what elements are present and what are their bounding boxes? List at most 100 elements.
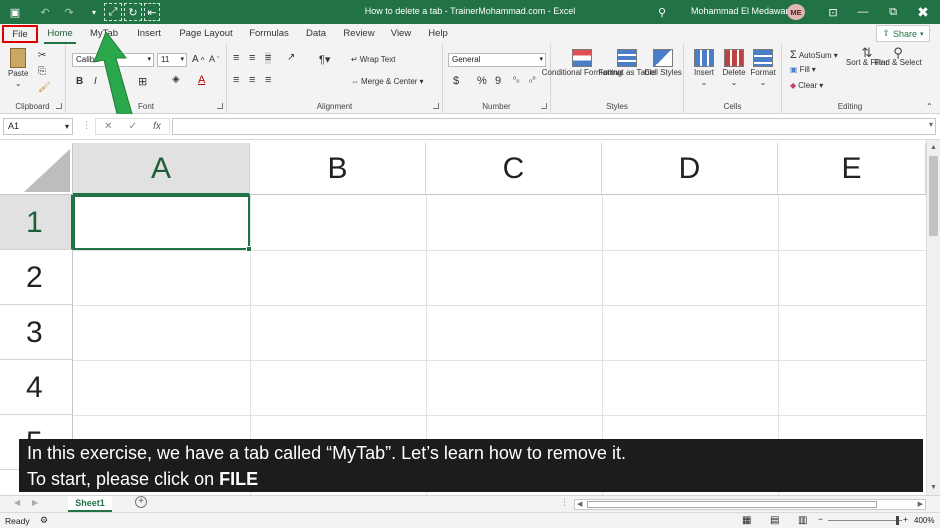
prev-sheet-icon[interactable]: ◀ xyxy=(14,498,20,507)
find-select-button[interactable]: ⚲ Find & Select xyxy=(874,46,922,67)
number-format-combo[interactable]: General ▾ xyxy=(448,53,546,67)
sheet-tab-sheet1[interactable]: Sheet1 xyxy=(68,496,112,512)
cut-icon[interactable]: ✂ xyxy=(38,50,46,61)
zoom-slider[interactable] xyxy=(828,520,902,521)
row-header-4[interactable]: 4 xyxy=(0,360,73,415)
dialog-launcher-icon[interactable] xyxy=(217,103,223,109)
column-header-c[interactable]: C xyxy=(426,143,602,195)
delete-cells-button[interactable]: Delete ⌄ xyxy=(720,49,748,87)
page-break-view-icon[interactable]: ▥ xyxy=(798,515,807,526)
align-center-icon[interactable]: ≡ xyxy=(249,74,255,86)
column-header-a[interactable]: A xyxy=(73,143,250,195)
zoom-in-icon[interactable]: + xyxy=(903,514,908,524)
decrease-decimal-icon[interactable]: ₀⁰ xyxy=(529,75,536,84)
next-sheet-icon[interactable]: ▶ xyxy=(32,498,38,507)
page-layout-view-icon[interactable]: ▤ xyxy=(770,515,779,526)
orientation-icon[interactable]: ↗ xyxy=(287,52,295,63)
currency-button[interactable]: $ xyxy=(453,75,459,87)
save-icon[interactable]: ▣ xyxy=(8,3,22,21)
tab-data[interactable]: Data xyxy=(302,24,330,44)
format-as-table-button[interactable]: Format as Table xyxy=(598,49,656,77)
more-options-icon[interactable]: ⋮ xyxy=(82,120,91,131)
close-button[interactable]: ✖ xyxy=(908,0,938,24)
active-cell-a1[interactable] xyxy=(73,195,252,252)
align-top-icon[interactable]: ≡ xyxy=(233,52,239,64)
paragraph-direction-icon[interactable]: ¶▾ xyxy=(319,53,330,66)
copy-icon[interactable]: ⎘ xyxy=(38,66,46,77)
align-right-icon[interactable]: ≡ xyxy=(265,74,271,86)
merge-center-button[interactable]: ⇔ Merge & Center ▾ xyxy=(351,77,423,86)
search-icon[interactable]: ⚲ xyxy=(654,3,670,21)
row-header-3[interactable]: 3 xyxy=(0,305,73,360)
borders-icon[interactable]: ⊞ xyxy=(138,75,147,88)
select-all-button[interactable] xyxy=(0,143,73,195)
enter-icon[interactable]: ✓ xyxy=(129,121,137,132)
bold-button[interactable]: B xyxy=(76,76,83,87)
tab-view[interactable]: View xyxy=(388,24,414,44)
decrease-font-icon[interactable]: Aˇ xyxy=(209,54,220,64)
scroll-up-icon[interactable]: ▲ xyxy=(930,144,937,151)
ribbon-display-options-icon[interactable]: ⊡ xyxy=(818,0,848,24)
fill-button[interactable]: ▣ Fill ▾ xyxy=(790,65,816,74)
cell-styles-button[interactable]: Cell Styles xyxy=(644,49,682,77)
format-painter-icon[interactable]: 🖌 xyxy=(38,82,51,93)
scroll-right-icon[interactable]: ▶ xyxy=(918,500,923,508)
fill-color-icon[interactable]: ◈ xyxy=(172,74,180,85)
customize-qat-icon[interactable]: ▾ xyxy=(88,3,100,21)
add-sheet-icon[interactable]: + xyxy=(135,496,147,508)
dialog-launcher-icon[interactable] xyxy=(541,103,547,109)
scroll-down-icon[interactable]: ▼ xyxy=(930,484,937,491)
minimize-button[interactable]: — xyxy=(848,0,878,24)
back-icon[interactable]: ⇤ xyxy=(144,3,160,21)
share-button[interactable]: ⇪ Share ▾ xyxy=(876,25,930,42)
restore-button[interactable]: ⧉ xyxy=(878,0,908,24)
font-size-combo[interactable]: 11 ▾ xyxy=(157,53,187,67)
column-header-b[interactable]: B xyxy=(250,143,426,195)
insert-function-button[interactable]: fx xyxy=(153,121,161,132)
tab-review[interactable]: Review xyxy=(340,24,378,44)
tab-file[interactable]: File xyxy=(2,25,38,43)
tab-page-layout[interactable]: Page Layout xyxy=(176,24,236,44)
comma-button[interactable]: 9 xyxy=(495,75,501,87)
formula-input[interactable]: ▾ xyxy=(172,118,936,135)
vertical-scrollbar[interactable]: ▲ ▼ xyxy=(926,140,940,495)
scroll-thumb[interactable] xyxy=(587,501,877,508)
scroll-left-icon[interactable]: ◀ xyxy=(577,500,582,508)
insert-cells-button[interactable]: Insert ⌄ xyxy=(690,49,718,87)
tab-help[interactable]: Help xyxy=(424,24,452,44)
dialog-launcher-icon[interactable] xyxy=(56,103,62,109)
row-header-2[interactable]: 2 xyxy=(0,250,73,305)
zoom-level[interactable]: 400% xyxy=(914,516,934,525)
align-bottom-icon[interactable]: ≡ xyxy=(265,52,272,64)
increase-font-icon[interactable]: A ^ xyxy=(192,54,205,65)
paste-button[interactable]: Paste ⌄ xyxy=(8,48,28,88)
redo-icon[interactable]: ↷ xyxy=(62,3,76,21)
accessibility-icon[interactable]: ⚙ xyxy=(40,515,48,526)
cancel-icon[interactable]: ✕ xyxy=(104,121,112,132)
column-header-d[interactable]: D xyxy=(602,143,778,195)
align-middle-icon[interactable]: ≡ xyxy=(249,52,255,64)
horizontal-scrollbar[interactable]: ◀ ▶ xyxy=(574,499,926,510)
column-header-e[interactable]: E xyxy=(778,143,926,195)
name-box[interactable]: A1 ▾ xyxy=(3,118,73,135)
autosum-button[interactable]: Σ AutoSum ▾ xyxy=(790,49,838,61)
increase-decimal-icon[interactable]: ⁰₀ xyxy=(513,75,520,84)
align-left-icon[interactable]: ≡ xyxy=(233,74,239,86)
format-cells-button[interactable]: Format ⌄ xyxy=(748,49,778,87)
scroll-thumb[interactable] xyxy=(929,156,938,236)
avatar[interactable]: ME xyxy=(787,4,805,20)
touch-mode-icon[interactable]: ⤢ xyxy=(104,3,122,21)
row-header-1[interactable]: 1 xyxy=(0,195,73,250)
undo-icon[interactable]: ↶ xyxy=(38,3,52,21)
dialog-launcher-icon[interactable] xyxy=(433,103,439,109)
wrap-text-button[interactable]: ↵ Wrap Text xyxy=(351,55,395,64)
percent-button[interactable]: % xyxy=(477,75,487,87)
collapse-ribbon-icon[interactable]: ⌃ xyxy=(926,102,933,111)
clear-button[interactable]: ◆ Clear ▾ xyxy=(790,81,823,90)
zoom-slider-thumb[interactable] xyxy=(896,516,899,525)
tab-home[interactable]: Home xyxy=(44,24,76,44)
zoom-out-icon[interactable]: − xyxy=(818,514,823,524)
more-options-icon[interactable]: ⋮ xyxy=(560,497,569,508)
fill-handle[interactable] xyxy=(246,246,252,252)
refresh-icon[interactable]: ↻ xyxy=(124,3,142,21)
